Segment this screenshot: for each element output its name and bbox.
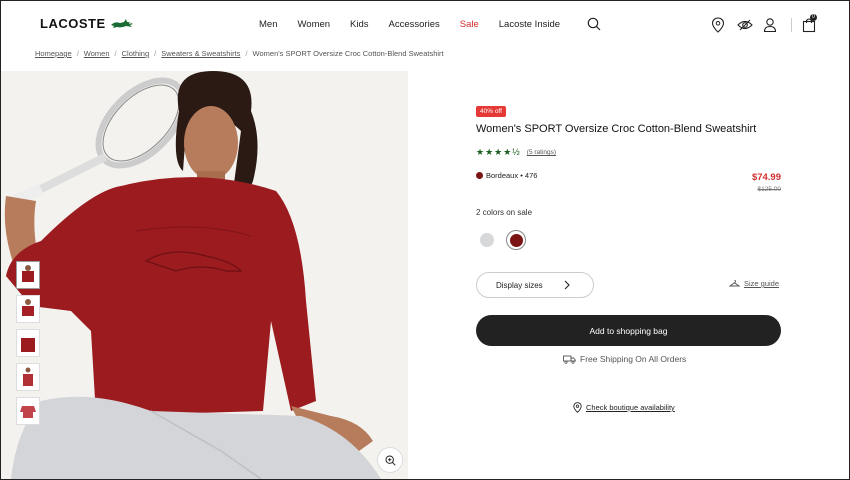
inside-button[interactable] xyxy=(737,17,753,33)
selected-color: Bordeaux • 476 xyxy=(476,171,537,180)
ratings-link[interactable]: (5 ratings) xyxy=(527,149,556,156)
brand-name: LACOSTE xyxy=(40,16,106,31)
nav-lacoste-inside[interactable]: Lacoste Inside xyxy=(499,19,560,30)
swatch-grey[interactable] xyxy=(480,233,494,247)
rating-stars: ★★★★½ xyxy=(476,147,521,157)
swatch-bordeaux-fill xyxy=(509,233,523,247)
product-title: Women's SPORT Oversize Croc Cotton-Blend… xyxy=(476,123,757,135)
color-swatches xyxy=(476,230,526,250)
chevron-right-icon xyxy=(564,280,570,290)
cart-count-badge: 0 xyxy=(810,14,817,21)
product-rating: ★★★★½ (5 ratings) xyxy=(476,147,556,158)
account-icon xyxy=(763,18,777,33)
search-icon xyxy=(587,17,601,31)
breadcrumb-separator: / xyxy=(114,49,117,58)
product-photo[interactable] xyxy=(1,71,408,479)
thumbnail-list xyxy=(16,261,40,425)
breadcrumb-clothing[interactable]: Clothing xyxy=(122,49,150,58)
colors-on-sale-label: 2 colors on sale xyxy=(476,208,533,217)
display-sizes-button[interactable]: Display sizes xyxy=(476,272,594,298)
free-shipping-note: Free Shipping On All Orders xyxy=(563,354,686,364)
breadcrumb-sweaters[interactable]: Sweaters & Sweatshirts xyxy=(161,49,240,58)
size-guide-link[interactable]: Size guide xyxy=(729,279,779,288)
sale-price: $74.99 xyxy=(751,172,781,183)
breadcrumb: Homepage / Women / Clothing / Sweaters &… xyxy=(35,49,444,58)
cart-button[interactable]: 0 xyxy=(802,14,818,33)
hanger-icon xyxy=(729,280,740,287)
location-pin-icon xyxy=(573,402,582,413)
nav-women[interactable]: Women xyxy=(297,19,330,30)
check-boutique-label: Check boutique availability xyxy=(586,403,675,412)
header-icons: 0 xyxy=(711,14,818,33)
zoom-button[interactable] xyxy=(377,447,403,473)
add-to-bag-button[interactable]: Add to shopping bag xyxy=(476,315,781,346)
size-guide-label: Size guide xyxy=(744,279,780,288)
main-nav: Men Women Kids Accessories Sale Lacoste … xyxy=(259,19,580,30)
account-button[interactable] xyxy=(763,17,779,33)
check-boutique-link[interactable]: Check boutique availability xyxy=(573,402,675,413)
breadcrumb-homepage[interactable]: Homepage xyxy=(35,49,72,58)
original-price: $125.00 xyxy=(757,186,782,193)
thumbnail-image xyxy=(20,406,36,418)
nav-kids[interactable]: Kids xyxy=(350,19,368,30)
search-button[interactable] xyxy=(587,17,601,36)
crocodile-icon xyxy=(110,18,133,28)
selected-color-dot xyxy=(476,172,483,179)
selected-color-name: Bordeaux • 476 xyxy=(486,171,538,180)
swatch-bordeaux[interactable] xyxy=(506,230,526,250)
thumbnail-2[interactable] xyxy=(16,295,40,323)
thumbnail-image xyxy=(22,299,34,316)
thumbnail-5[interactable] xyxy=(16,397,40,425)
nav-men[interactable]: Men xyxy=(259,19,277,30)
header-divider xyxy=(791,18,792,32)
site-header: LACOSTE Men Women Kids Accessories Sale … xyxy=(0,0,850,48)
price-block: $74.99 $125.00 xyxy=(752,172,781,193)
thumbnail-image xyxy=(22,265,34,282)
thumbnail-3[interactable] xyxy=(16,329,40,357)
discount-badge: 40% off xyxy=(476,106,506,117)
eye-icon xyxy=(737,19,753,31)
free-shipping-text: Free Shipping On All Orders xyxy=(580,354,687,364)
breadcrumb-separator: / xyxy=(245,49,248,58)
thumbnail-4[interactable] xyxy=(16,363,40,391)
brand-logo[interactable]: LACOSTE xyxy=(40,16,134,31)
product-image-area xyxy=(1,71,408,479)
thumbnail-image xyxy=(23,367,33,386)
nav-accessories[interactable]: Accessories xyxy=(389,19,440,30)
nav-sale[interactable]: Sale xyxy=(460,19,479,30)
thumbnail-image xyxy=(21,338,35,352)
truck-icon xyxy=(563,355,576,364)
breadcrumb-current: Women's SPORT Oversize Croc Cotton-Blend… xyxy=(252,49,444,58)
store-locator-button[interactable] xyxy=(711,17,727,33)
zoom-in-icon xyxy=(384,454,396,466)
location-pin-icon xyxy=(711,17,725,33)
display-sizes-label: Display sizes xyxy=(496,280,543,290)
breadcrumb-separator: / xyxy=(154,49,157,58)
breadcrumb-women[interactable]: Women xyxy=(84,49,110,58)
breadcrumb-separator: / xyxy=(76,49,79,58)
thumbnail-1[interactable] xyxy=(16,261,40,289)
